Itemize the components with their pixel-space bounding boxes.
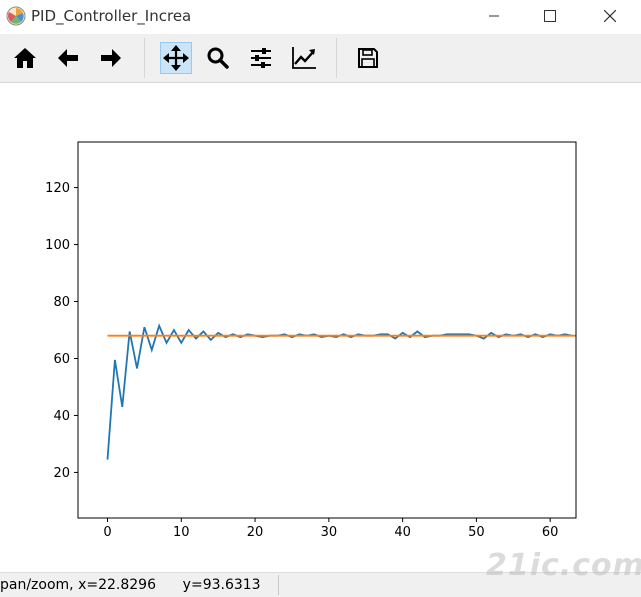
x-tick-label: 10: [173, 525, 190, 540]
x-tick-label: 50: [468, 525, 485, 540]
axes-frame: [77, 141, 577, 519]
status-message: pan/zoom, x=22.8296 y=93.6313: [0, 577, 261, 593]
title-bar: PID_Controller_Increa: [0, 0, 641, 34]
save-button[interactable]: [352, 42, 384, 74]
zoom-button[interactable]: [202, 42, 234, 74]
pan-button[interactable]: [160, 42, 192, 74]
y-tick-label: 60: [53, 352, 70, 367]
x-tick-label: 30: [321, 525, 338, 540]
series-line-0: [106, 323, 573, 460]
close-icon: [604, 10, 616, 22]
line-chart-icon: [292, 47, 316, 69]
home-button[interactable]: [9, 42, 41, 74]
y-tick-label: 80: [53, 295, 70, 310]
y-tick-label: 100: [45, 238, 70, 253]
line-chart[interactable]: 0 10 20 30 40 50 60 20 40 60 80 100 120: [0, 83, 641, 572]
maximize-button[interactable]: [527, 0, 573, 32]
toolbar-separator: [144, 38, 145, 78]
move-icon: [163, 45, 189, 71]
navigation-toolbar: [0, 34, 641, 83]
watermark-logo: 21ic.com: [486, 548, 641, 583]
y-tick-label: 20: [53, 466, 70, 481]
close-button[interactable]: [587, 0, 633, 32]
minimize-icon: [489, 15, 499, 17]
maximize-icon: [544, 10, 556, 22]
floppy-icon: [358, 48, 378, 68]
y-tick-label: 120: [45, 181, 70, 196]
window-title: PID_Controller_Increa: [31, 7, 192, 25]
edit-axis-button[interactable]: [288, 42, 320, 74]
home-icon: [14, 48, 36, 68]
status-divider: [278, 575, 279, 595]
x-tick-label: 40: [394, 525, 411, 540]
forward-button[interactable]: [95, 42, 127, 74]
back-button[interactable]: [52, 42, 84, 74]
magnifier-icon: [207, 47, 229, 69]
x-tick-label: 60: [542, 525, 559, 540]
x-tick-label: 0: [103, 525, 111, 540]
sliders-icon: [251, 48, 271, 68]
x-tick-label: 20: [247, 525, 264, 540]
matplotlib-logo-icon: [6, 6, 26, 26]
y-tick-label: 40: [53, 409, 70, 424]
figure-canvas[interactable]: 0 10 20 30 40 50 60 20 40 60 80 100 120: [0, 83, 641, 572]
arrow-left-icon: [58, 49, 78, 67]
arrow-right-icon: [101, 49, 121, 67]
configure-subplots-button[interactable]: [245, 42, 277, 74]
toolbar-separator: [336, 38, 337, 78]
minimize-button[interactable]: [471, 0, 517, 32]
